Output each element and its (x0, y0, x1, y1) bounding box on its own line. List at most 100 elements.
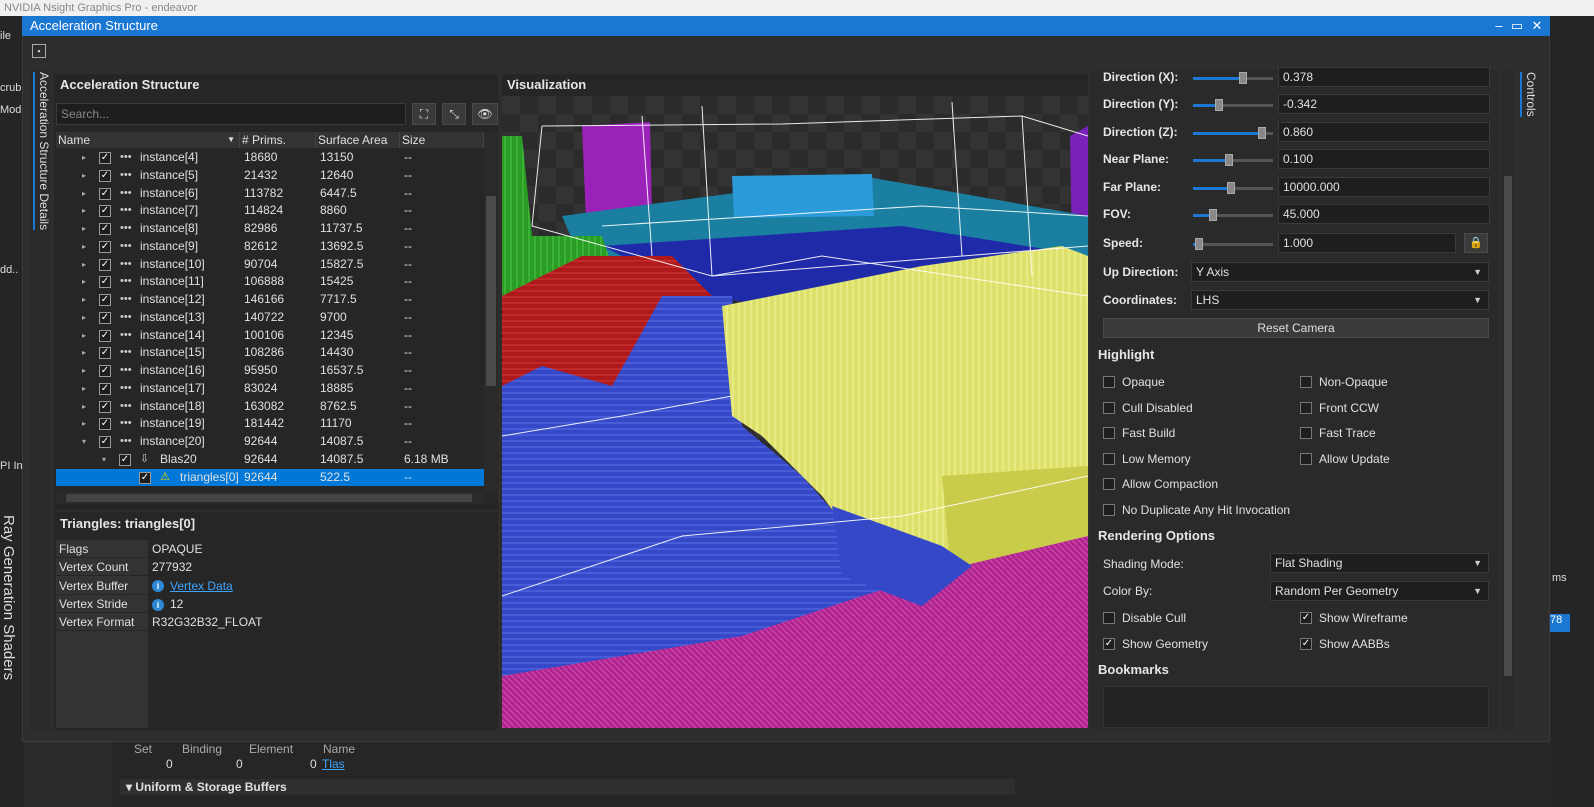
tree-row[interactable]: ▾ ✓ ••• instance[20] 92644 14087.5 -- (56, 433, 484, 451)
search-input[interactable]: Search... (56, 103, 406, 125)
visualization-viewport[interactable] (502, 96, 1088, 728)
camera-slider[interactable] (1193, 154, 1273, 166)
visibility-checkbox[interactable]: ✓ (99, 258, 111, 271)
tree-row[interactable]: ▸ ✓ ••• instance[18] 163082 8762.5 -- (56, 398, 484, 416)
expand-arrow-icon[interactable]: ▸ (82, 202, 86, 219)
rendering-options-header[interactable]: Rendering Options (1092, 526, 1500, 546)
visibility-checkbox[interactable]: ✓ (99, 152, 111, 164)
tree-row[interactable]: ▸ ✓ ••• instance[16] 95950 16537.5 -- (56, 362, 484, 380)
maximize-icon[interactable]: ▭ (1508, 16, 1526, 36)
uniform-storage-buffers-header[interactable]: ▾ Uniform & Storage Buffers (120, 779, 1015, 795)
visibility-checkbox[interactable]: ✓ (119, 453, 131, 466)
collapse-arrow-icon[interactable]: ▾ (82, 433, 86, 450)
minimize-icon[interactable]: – (1490, 16, 1508, 36)
more-icon[interactable]: ••• (120, 327, 132, 344)
highlight-checkbox[interactable] (1300, 376, 1312, 388)
expand-all-icon[interactable]: ⛶ (412, 103, 436, 125)
collapse-arrow-icon[interactable]: ▾ (102, 451, 106, 468)
tree-row[interactable]: ▸ ✓ ••• instance[12] 146166 7717.5 -- (56, 291, 484, 309)
camera-value-input[interactable]: 10000.000 (1278, 177, 1490, 197)
reset-camera-button[interactable]: Reset Camera (1103, 318, 1489, 338)
save-icon[interactable]: ▪ (32, 44, 46, 58)
camera-slider[interactable] (1193, 99, 1273, 111)
expand-arrow-icon[interactable]: ▸ (82, 415, 86, 432)
color-by-select[interactable]: Random Per Geometry ▼ (1270, 581, 1489, 601)
tree-row[interactable]: ▸ ✓ ••• instance[5] 21432 12640 -- (56, 167, 484, 185)
visibility-checkbox[interactable]: ✓ (99, 187, 111, 200)
tab-acceleration-structure-details[interactable]: Acceleration Structure Details (33, 72, 51, 231)
camera-value-input[interactable]: 0.100 (1278, 149, 1490, 169)
more-icon[interactable]: ••• (120, 256, 132, 273)
tree-row[interactable]: ▸ ✓ ••• instance[4] 18680 13150 -- (56, 149, 484, 167)
camera-slider[interactable] (1193, 238, 1273, 250)
slider-knob[interactable] (1225, 154, 1233, 166)
render-option-checkbox[interactable]: ✓ (1300, 637, 1312, 650)
more-icon[interactable]: ••• (120, 362, 132, 379)
highlight-checkbox[interactable] (1103, 427, 1115, 440)
lock-icon[interactable]: 🔒 (1464, 233, 1488, 253)
render-option-checkbox[interactable] (1103, 612, 1115, 624)
visibility-checkbox[interactable]: ✓ (99, 205, 111, 218)
more-icon[interactable]: ••• (120, 238, 132, 255)
tree-hscroll-thumb[interactable] (66, 494, 472, 502)
camera-value-input[interactable]: 0.860 (1278, 122, 1490, 142)
more-icon[interactable]: ••• (120, 415, 132, 432)
slider-knob[interactable] (1257, 127, 1266, 139)
render-option-checkbox[interactable]: ✓ (1103, 637, 1115, 650)
col-prims-header[interactable]: # Prims. (240, 132, 316, 148)
highlight-checkbox[interactable] (1103, 376, 1115, 388)
visibility-checkbox[interactable]: ✓ (99, 436, 111, 448)
more-icon[interactable]: ••• (120, 220, 132, 237)
col-name-header[interactable]: Name ▼ (56, 132, 240, 148)
tree-row[interactable]: ▸ ✓ ••• instance[13] 140722 9700 -- (56, 309, 484, 327)
tlas-link[interactable]: Tlas (322, 757, 345, 771)
info-icon[interactable]: i (152, 598, 164, 611)
expand-arrow-icon[interactable]: ▸ (82, 167, 86, 184)
visibility-checkbox[interactable]: ✓ (99, 382, 111, 395)
controls-scroll-thumb[interactable] (1504, 176, 1512, 676)
slider-knob[interactable] (1238, 72, 1247, 84)
highlight-checkbox[interactable] (1103, 478, 1115, 491)
camera-value-input[interactable]: 45.000 (1278, 204, 1490, 224)
col-size-header[interactable]: Size (400, 132, 484, 148)
visibility-checkbox[interactable]: ✓ (99, 311, 111, 324)
highlight-checkbox[interactable] (1103, 504, 1115, 516)
info-icon[interactable]: i (152, 580, 164, 593)
slider-knob[interactable] (1209, 209, 1217, 221)
visibility-checkbox[interactable]: ✓ (99, 329, 111, 342)
more-icon[interactable]: ••• (120, 398, 132, 415)
dialog-titlebar[interactable]: Acceleration Structure (22, 16, 1550, 36)
expand-arrow-icon[interactable]: ▸ (82, 380, 86, 397)
expand-arrow-icon[interactable]: ▸ (82, 398, 86, 415)
add-label[interactable]: dd.. (0, 264, 18, 276)
shading-mode-select[interactable]: Flat Shading ▼ (1270, 553, 1489, 573)
tree-row[interactable]: ▸ ✓ ••• instance[6] 113782 6447.5 -- (56, 185, 484, 203)
camera-value-input[interactable]: 0.378 (1278, 67, 1490, 87)
camera-slider[interactable] (1193, 182, 1273, 194)
more-icon[interactable]: ••• (120, 185, 132, 202)
expand-arrow-icon[interactable]: ▸ (82, 185, 86, 202)
more-icon[interactable]: ••• (120, 433, 132, 450)
expand-arrow-icon[interactable]: ▸ (82, 220, 86, 237)
expand-arrow-icon[interactable]: ▸ (82, 362, 86, 379)
camera-value-input[interactable]: 1.000 (1278, 233, 1456, 253)
more-icon[interactable]: ••• (120, 344, 132, 361)
visibility-checkbox[interactable]: ✓ (99, 223, 111, 235)
visibility-checkbox[interactable]: ✓ (99, 276, 111, 289)
expand-arrow-icon[interactable]: ▸ (82, 344, 86, 361)
tree-row[interactable]: ▸ ✓ ••• instance[11] 106888 15425 -- (56, 273, 484, 291)
highlight-checkbox[interactable] (1103, 401, 1115, 414)
expand-arrow-icon[interactable]: ▸ (82, 309, 86, 326)
visibility-checkbox[interactable]: ✓ (99, 347, 111, 360)
more-icon[interactable]: ••• (120, 167, 132, 184)
bookmarks-section-header[interactable]: Bookmarks (1092, 660, 1500, 680)
more-icon[interactable]: ••• (120, 309, 132, 326)
tree-row[interactable]: ▸ ✓ ••• instance[10] 90704 15827.5 -- (56, 256, 484, 274)
visibility-checkbox[interactable]: ✓ (99, 400, 111, 413)
expand-arrow-icon[interactable]: ▸ (82, 256, 86, 273)
more-icon[interactable]: ••• (120, 273, 132, 290)
visibility-checkbox[interactable]: ✓ (99, 418, 111, 431)
tree-scroll-thumb[interactable] (486, 196, 496, 386)
expand-arrow-icon[interactable]: ▸ (82, 273, 86, 290)
up-direction-select[interactable]: Y Axis ▼ (1191, 262, 1489, 282)
